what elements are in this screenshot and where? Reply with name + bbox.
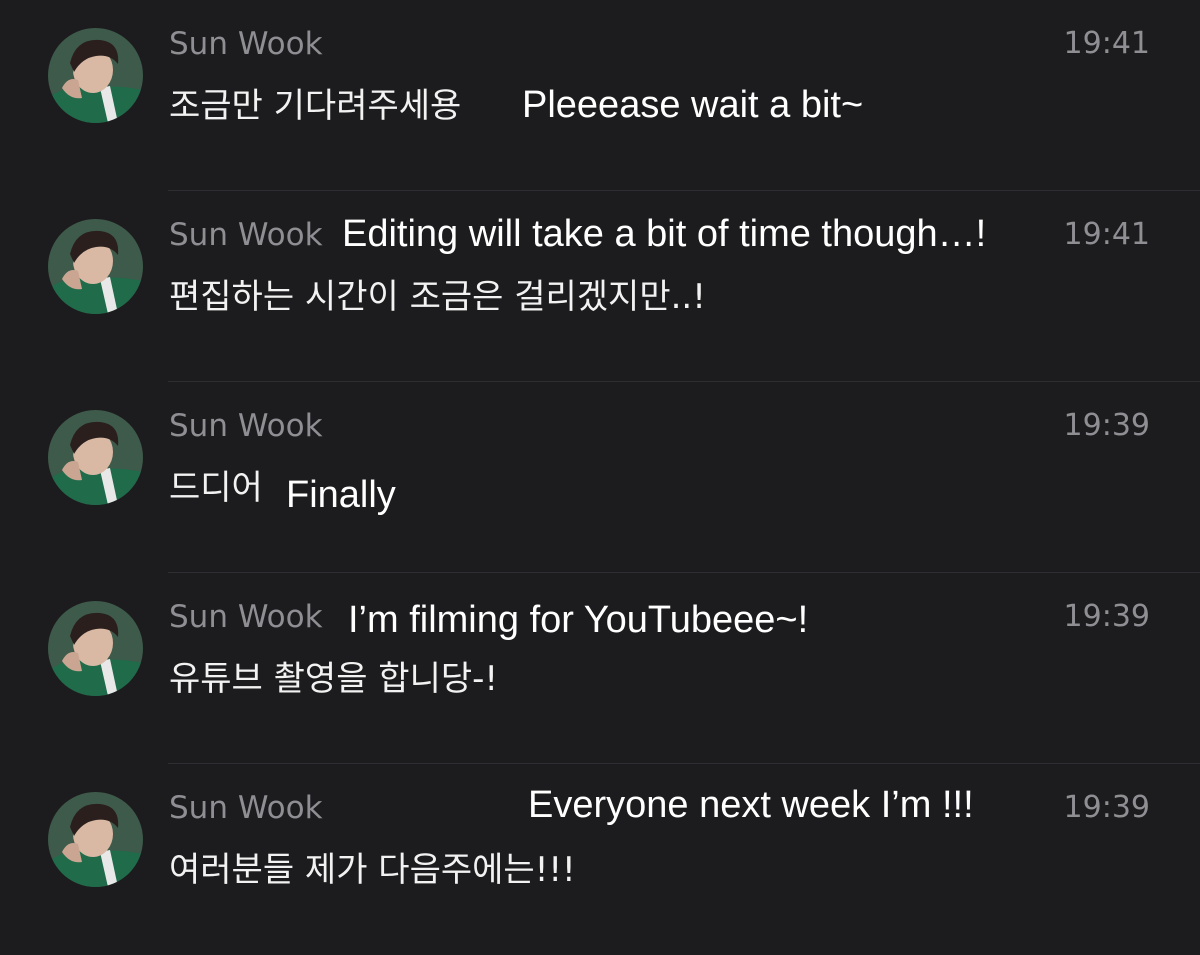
sender-name: Sun Wook bbox=[169, 408, 323, 444]
translation-caption: Finally bbox=[286, 474, 396, 516]
avatar[interactable] bbox=[48, 601, 143, 696]
translation-caption: Editing will take a bit of time though…! bbox=[342, 213, 987, 255]
message-time: 19:39 bbox=[1063, 599, 1150, 634]
message-text: 여러분들 제가 다음주에는!!! bbox=[169, 850, 576, 890]
sender-name: Sun Wook bbox=[169, 599, 323, 635]
profile-photo-icon bbox=[48, 601, 143, 696]
message-time: 19:39 bbox=[1063, 790, 1150, 825]
message-time: 19:41 bbox=[1063, 26, 1150, 61]
profile-photo-icon bbox=[48, 219, 143, 314]
message-time: 19:41 bbox=[1063, 217, 1150, 252]
avatar[interactable] bbox=[48, 28, 143, 123]
sender-name: Sun Wook bbox=[169, 217, 323, 253]
translation-caption: Everyone next week I’m !!! bbox=[528, 784, 974, 826]
message-text: 드디어 bbox=[169, 468, 263, 508]
translation-caption: I’m filming for YouTubeee~! bbox=[348, 599, 809, 641]
avatar[interactable] bbox=[48, 792, 143, 887]
sender-name: Sun Wook bbox=[169, 790, 323, 826]
message-text: 조금만 기다려주세용 bbox=[169, 86, 462, 126]
message-text: 유튜브 촬영을 합니당-! bbox=[169, 659, 499, 699]
message-row[interactable]: Sun Wook 19:41 편집하는 시간이 조금은 걸리겠지만..! Edi… bbox=[0, 191, 1200, 382]
translation-caption: Pleeease wait a bit~ bbox=[522, 84, 864, 126]
message-row[interactable]: Sun Wook 19:39 여러분들 제가 다음주에는!!! Everyone… bbox=[0, 764, 1200, 955]
avatar[interactable] bbox=[48, 219, 143, 314]
message-list: Sun Wook 19:41 조금만 기다려주세용 Pleeease wait … bbox=[0, 0, 1200, 933]
message-text: 편집하는 시간이 조금은 걸리겠지만..! bbox=[169, 277, 706, 317]
profile-photo-icon bbox=[48, 792, 143, 887]
message-row[interactable]: Sun Wook 19:39 드디어 Finally bbox=[0, 382, 1200, 573]
profile-photo-icon bbox=[48, 28, 143, 123]
avatar[interactable] bbox=[48, 410, 143, 505]
message-row[interactable]: Sun Wook 19:41 조금만 기다려주세용 Pleeease wait … bbox=[0, 0, 1200, 191]
profile-photo-icon bbox=[48, 410, 143, 505]
message-row[interactable]: Sun Wook 19:39 유튜브 촬영을 합니당-! I’m filming… bbox=[0, 573, 1200, 764]
sender-name: Sun Wook bbox=[169, 26, 323, 62]
message-time: 19:39 bbox=[1063, 408, 1150, 443]
